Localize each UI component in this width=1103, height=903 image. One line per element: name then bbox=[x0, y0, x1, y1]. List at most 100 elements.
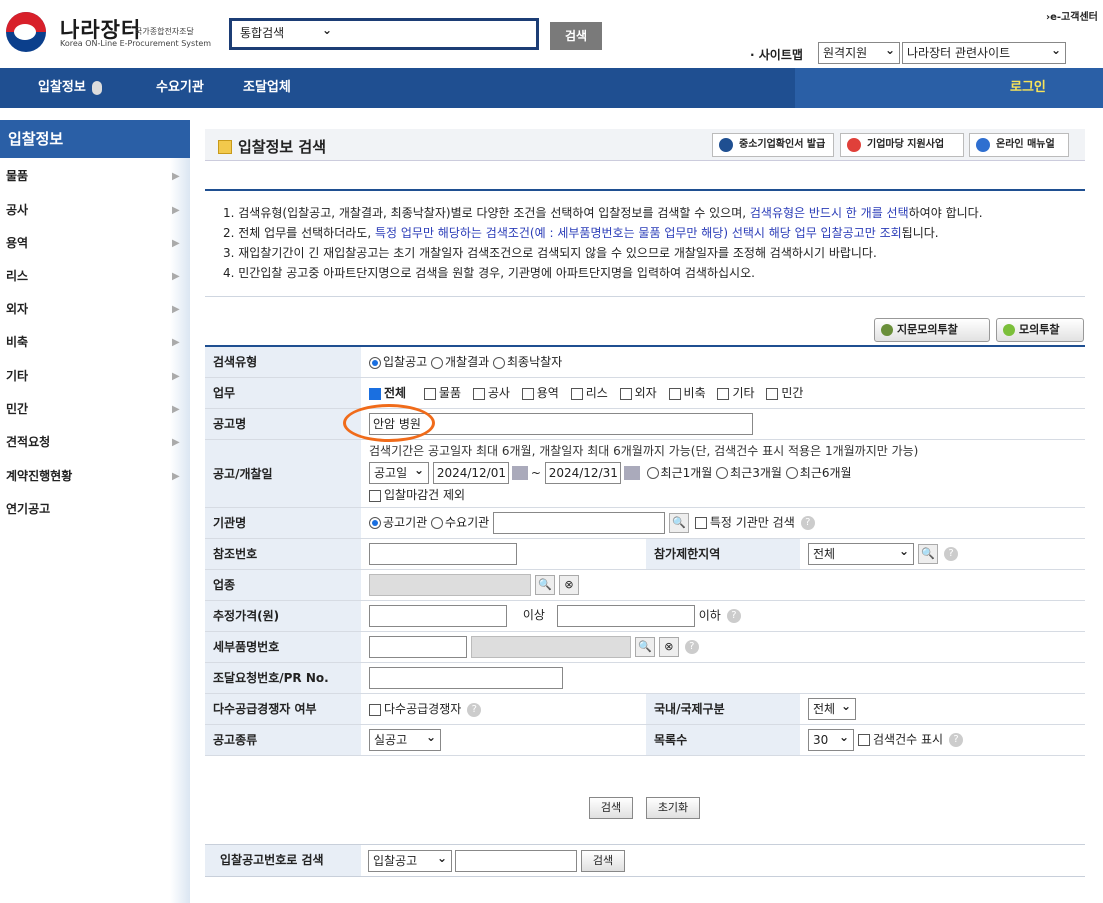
global-search-button[interactable]: 검색 bbox=[550, 22, 602, 50]
kind-select[interactable]: 실공고 bbox=[369, 727, 441, 751]
help-icon[interactable]: ? bbox=[800, 515, 815, 530]
radio-final-winner[interactable] bbox=[493, 356, 505, 369]
sidebar-item-stockpile[interactable]: 비축 ▶ bbox=[0, 326, 190, 359]
remote-support-select[interactable]: 원격지원 bbox=[818, 40, 900, 64]
radio-notice-agency[interactable] bbox=[369, 516, 381, 529]
nav-supplier[interactable]: 조달업체 bbox=[243, 68, 291, 108]
work-label: 업무 bbox=[205, 377, 361, 409]
price-max-suffix: 이하 bbox=[698, 608, 721, 622]
agency-label: 기관명 bbox=[205, 507, 361, 539]
sidebar-item-label: 민간 bbox=[6, 402, 29, 416]
notice-number-search-button[interactable]: 검색 bbox=[581, 850, 625, 872]
sidebar-item-goods[interactable]: 물품 ▶ bbox=[0, 160, 190, 193]
sidebar-item-private[interactable]: 민간 ▶ bbox=[0, 393, 190, 426]
notice-highlight: 검색유형은 반드시 한 개를 선택 bbox=[749, 206, 909, 220]
checkbox-agency-only[interactable] bbox=[694, 516, 707, 529]
checkbox-service[interactable] bbox=[521, 387, 534, 400]
sidebar-item-construction[interactable]: 공사 ▶ bbox=[0, 194, 190, 227]
checkbox-label: 민간 bbox=[781, 386, 804, 400]
radio-recent-1m[interactable] bbox=[646, 467, 659, 480]
checkbox-show-count[interactable] bbox=[858, 733, 870, 746]
price-max-input[interactable] bbox=[556, 604, 695, 627]
sidebar-item-label: 리스 bbox=[6, 269, 29, 283]
checkbox-etc[interactable] bbox=[717, 387, 730, 400]
help-icon[interactable]: ? bbox=[684, 639, 699, 654]
date-from-input[interactable]: 2024/12/01 bbox=[432, 462, 509, 485]
notice-number-label: 입찰공고번호로 검색 bbox=[205, 845, 361, 876]
calendar-icon[interactable] bbox=[511, 466, 528, 481]
search-type-label: 검색유형 bbox=[205, 346, 361, 378]
sidebar-item-service[interactable]: 용역 ▶ bbox=[0, 227, 190, 260]
date-type-select[interactable]: 공고일 bbox=[369, 460, 429, 485]
sidebar-item-lease[interactable]: 리스 ▶ bbox=[0, 260, 190, 293]
chevron-right-icon: ▶ bbox=[172, 337, 180, 348]
price-min-suffix: 이상 bbox=[522, 608, 545, 622]
sitemap-link[interactable]: · 사이트맵 bbox=[750, 46, 803, 63]
help-icon[interactable]: ? bbox=[726, 608, 741, 623]
sidebar-item-label: 외자 bbox=[6, 302, 29, 316]
search-icon[interactable]: 🔍 bbox=[918, 543, 938, 564]
checkbox-private[interactable] bbox=[766, 387, 779, 400]
row-notice-name: 공고명 안암 병원 bbox=[205, 408, 1085, 440]
search-icon[interactable]: 🔍 bbox=[669, 512, 689, 533]
online-manual-button[interactable]: 온라인 매뉴얼 bbox=[969, 133, 1069, 157]
reset-button[interactable]: 초기화 bbox=[646, 797, 700, 819]
multi-label: 다수공급경쟁자 여부 bbox=[205, 693, 361, 725]
checkbox-deadline-exclude[interactable] bbox=[369, 489, 381, 502]
notice-number-input[interactable] bbox=[455, 850, 577, 872]
checkbox-goods[interactable] bbox=[423, 387, 436, 400]
checkbox-stockpile[interactable] bbox=[668, 387, 681, 400]
clear-icon[interactable]: ⊗ bbox=[658, 636, 679, 657]
date-label: 공고/개찰일 bbox=[205, 439, 361, 508]
customer-center-link[interactable]: ›e-고객센터 bbox=[1046, 8, 1098, 23]
radio-demand-agency[interactable] bbox=[431, 516, 443, 529]
checkbox-lease[interactable] bbox=[570, 387, 583, 400]
radio-recent-3m[interactable] bbox=[716, 467, 729, 480]
clear-icon[interactable]: ⊗ bbox=[559, 574, 579, 595]
ref-input[interactable] bbox=[369, 542, 517, 565]
checkbox-construction[interactable] bbox=[472, 387, 485, 400]
help-icon[interactable]: ? bbox=[944, 546, 958, 561]
intl-label: 국내/국제구분 bbox=[646, 693, 800, 725]
checkbox-foreign[interactable] bbox=[619, 387, 632, 400]
checkbox-label: 비축 bbox=[683, 386, 706, 400]
help-icon[interactable]: ? bbox=[467, 702, 482, 717]
biz-support-button[interactable]: 기업마당 지원사업 bbox=[840, 133, 964, 157]
pr-label: 조달요청번호/PR No. bbox=[205, 662, 361, 694]
sidebar-item-contract[interactable]: 계약진행현황 ▶ bbox=[0, 460, 190, 493]
calendar-icon[interactable] bbox=[623, 466, 640, 481]
detail-code-input[interactable] bbox=[369, 635, 467, 658]
search-icon[interactable]: 🔍 bbox=[634, 636, 655, 657]
mock-bid-button[interactable]: 모의투찰 bbox=[996, 318, 1084, 342]
notice-number-type-select[interactable]: 입찰공고 bbox=[368, 848, 452, 872]
radio-bid-notice[interactable] bbox=[369, 356, 381, 369]
nav-bid-info[interactable]: 입찰정보 bbox=[38, 68, 102, 108]
search-button[interactable]: 검색 bbox=[589, 797, 633, 819]
checkbox-multi-supplier[interactable] bbox=[369, 703, 381, 716]
sidebar-item-etc[interactable]: 기타 ▶ bbox=[0, 360, 190, 393]
checkbox-all[interactable] bbox=[369, 387, 381, 400]
fingerprint-mock-bid-button[interactable]: 지문모의투찰 bbox=[874, 318, 990, 342]
radio-recent-6m[interactable] bbox=[785, 467, 798, 480]
radio-opening-result[interactable] bbox=[431, 356, 443, 369]
region-select[interactable]: 전체 bbox=[808, 541, 914, 565]
sidebar-item-label: 계약진행현황 bbox=[6, 469, 73, 483]
intl-select[interactable]: 전체 bbox=[808, 696, 856, 720]
sidebar-item-postponed[interactable]: 연기공고 bbox=[0, 493, 190, 526]
search-icon[interactable]: 🔍 bbox=[535, 574, 555, 595]
login-link[interactable]: 로그인 bbox=[1010, 68, 1046, 108]
date-to-input[interactable]: 2024/12/31 bbox=[544, 462, 621, 485]
search-type-select[interactable]: 통합검색 bbox=[236, 20, 336, 45]
help-icon[interactable]: ? bbox=[949, 732, 964, 747]
price-min-input[interactable] bbox=[369, 604, 507, 627]
sidebar-item-foreign[interactable]: 외자 ▶ bbox=[0, 293, 190, 326]
pr-input[interactable] bbox=[369, 666, 563, 689]
agency-input[interactable] bbox=[493, 511, 665, 534]
nav-demand-agency[interactable]: 수요기관 bbox=[156, 68, 204, 108]
sidebar-item-quote[interactable]: 견적요청 ▶ bbox=[0, 426, 190, 459]
rows-select[interactable]: 30 bbox=[808, 727, 854, 751]
sme-certificate-button[interactable]: 중소기업확인서 발급 bbox=[712, 133, 834, 157]
sidebar-item-label: 연기공고 bbox=[6, 502, 51, 516]
related-sites-select[interactable]: 나라장터 관련사이트 bbox=[902, 40, 1066, 64]
global-search-box[interactable]: 통합검색 bbox=[229, 18, 539, 50]
